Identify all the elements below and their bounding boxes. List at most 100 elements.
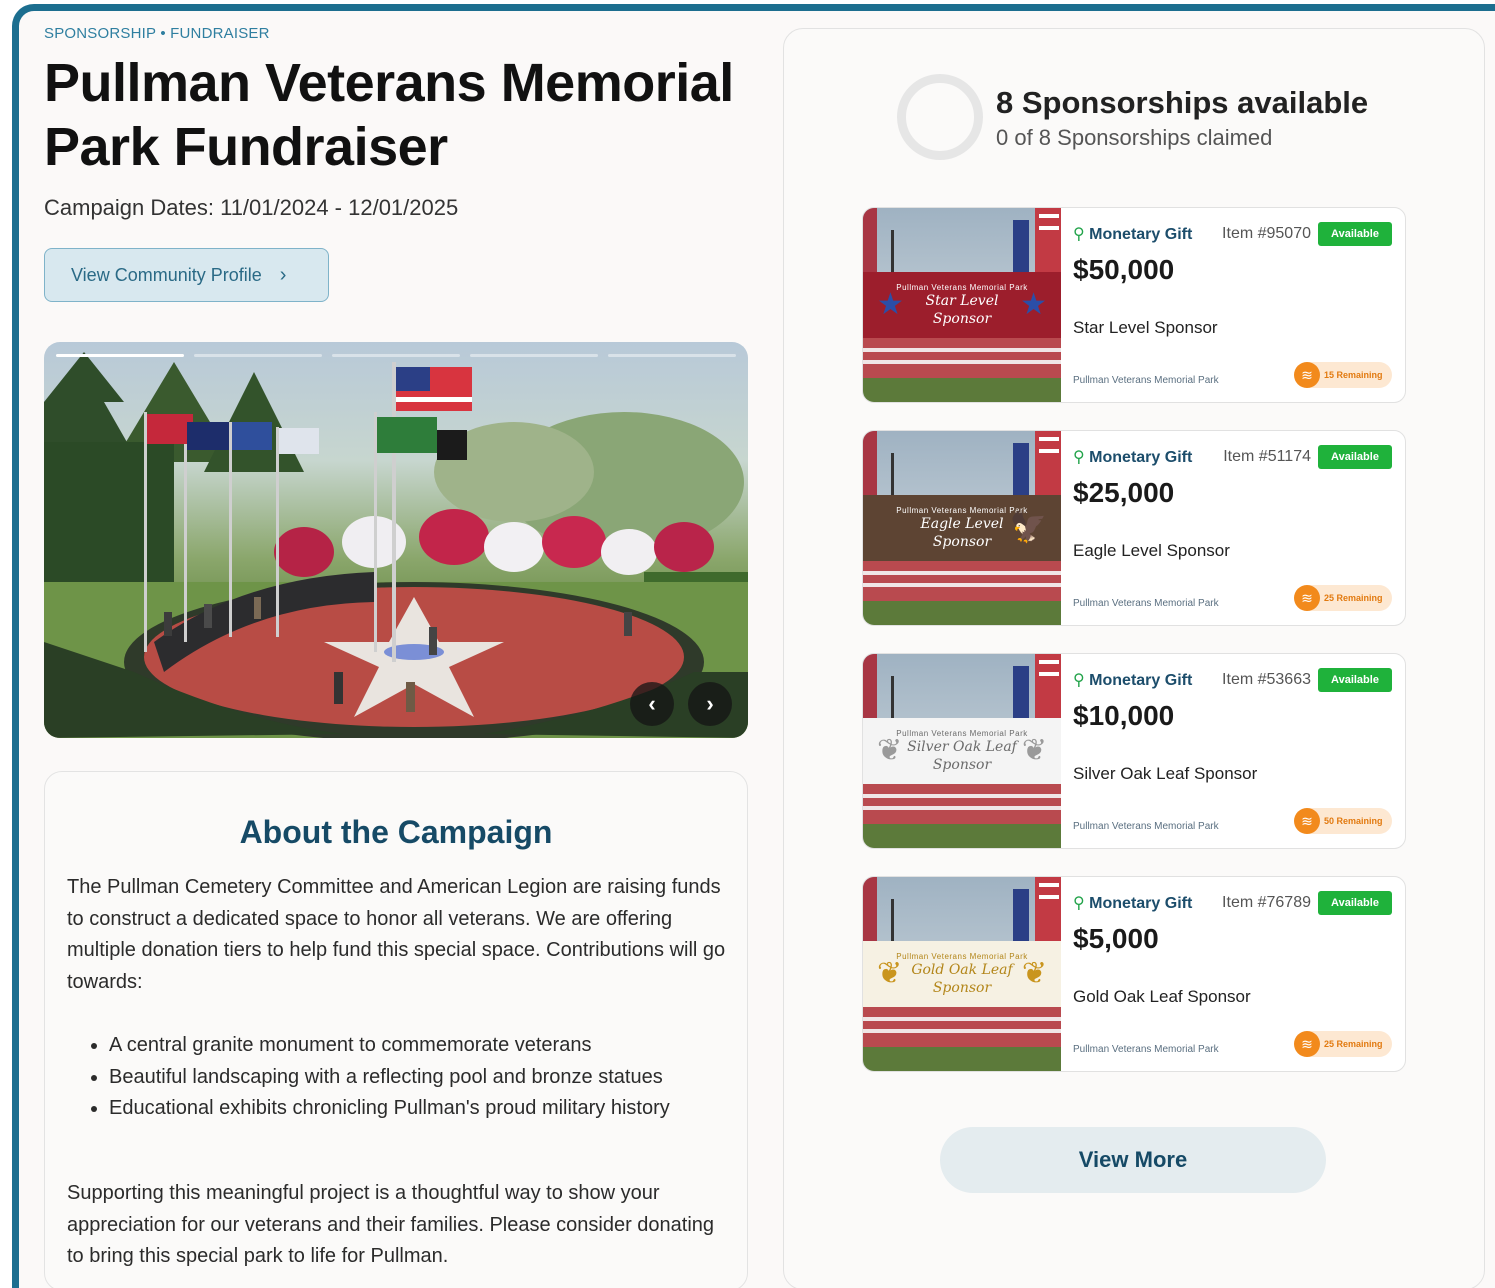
status-badge: Available [1318, 668, 1392, 692]
banner-org-label: Pullman Veterans Memorial Park [896, 282, 1028, 292]
gallery-indicator[interactable] [470, 354, 598, 357]
remaining-count: 15 Remaining [1324, 370, 1383, 380]
contribution-list: A central granite monument to commemorat… [109, 1030, 739, 1125]
remaining-count: 25 Remaining [1324, 1039, 1383, 1049]
emblem-left-icon: ❦ [877, 957, 903, 990]
image-gallery[interactable]: ‹ › [44, 342, 748, 738]
location-pin-icon: ⚲ [1073, 449, 1085, 466]
sponsorships-available-title: 8 Sponsorships available [996, 85, 1369, 120]
remaining-badge: ≋ 25 Remaining [1294, 585, 1392, 611]
chevron-right-icon: › [279, 263, 287, 286]
remaining-badge: ≋ 25 Remaining [1294, 1031, 1392, 1057]
status-badge: Available [1318, 222, 1392, 246]
sponsorships-claimed-count: 0 of 8 Sponsorships claimed [996, 125, 1273, 150]
item-number: Item #51174 [1223, 448, 1311, 465]
gift-type: ⚲ Monetary Gift [1073, 670, 1192, 690]
banner-level-line1: Eagle Level [920, 515, 1004, 532]
emblem-left-icon: ❦ [877, 734, 903, 767]
about-closing: Supporting this meaningful project is a … [67, 1182, 715, 1267]
banner-level-line2: Sponsor [932, 756, 992, 773]
view-more-button[interactable]: View More [940, 1127, 1326, 1193]
gift-type-label: Monetary Gift [1089, 895, 1193, 912]
breadcrumb: SPONSORSHIP • FUNDRAISER [44, 25, 270, 42]
location-pin-icon: ⚲ [1073, 672, 1085, 689]
about-campaign-card: About the Campaign The Pullman Cemetery … [44, 771, 748, 1288]
item-number: Item #95070 [1222, 225, 1311, 242]
sponsor-thumbnail: Pullman Veterans Memorial Park Gold Oak … [863, 877, 1061, 1071]
status-badge: Available [1318, 445, 1392, 469]
sponsor-thumbnail: Pullman Veterans Memorial Park Star Leve… [863, 208, 1061, 402]
emblem-right-icon: 🦅 [1009, 511, 1047, 544]
banner-level-line1: Gold Oak Leaf [911, 961, 1013, 978]
location-pin-icon: ⚲ [1073, 895, 1085, 912]
stack-icon: ≋ [1294, 1031, 1320, 1057]
sponsorship-card[interactable]: Pullman Veterans Memorial Park Gold Oak … [862, 876, 1406, 1072]
banner-level-line2: Sponsor [932, 533, 992, 550]
remaining-count: 25 Remaining [1324, 593, 1383, 603]
sponsor-org: Pullman Veterans Memorial Park [1073, 375, 1219, 386]
location-pin-icon: ⚲ [1073, 226, 1085, 243]
sponsor-amount: $25,000 [1073, 477, 1175, 508]
remaining-count: 50 Remaining [1324, 816, 1383, 826]
sponsor-org: Pullman Veterans Memorial Park [1073, 821, 1219, 832]
gallery-indicator[interactable] [56, 354, 184, 357]
banner-org-label: Pullman Veterans Memorial Park [896, 951, 1028, 961]
gallery-prev-button[interactable]: ‹ [630, 682, 674, 726]
item-number: Item #53663 [1222, 671, 1311, 688]
gallery-indicator[interactable] [332, 354, 460, 357]
sponsor-level-banner: Pullman Veterans Memorial Park Eagle Lev… [863, 495, 1061, 561]
emblem-right-icon: ★ [1020, 288, 1047, 321]
sponsor-name: Gold Oak Leaf Sponsor [1073, 987, 1251, 1006]
sponsor-org: Pullman Veterans Memorial Park [1073, 598, 1219, 609]
gallery-next-button[interactable]: › [688, 682, 732, 726]
view-community-profile-button[interactable]: View Community Profile › [44, 248, 329, 302]
gift-type: ⚲ Monetary Gift [1073, 893, 1192, 913]
list-item: Educational exhibits chronicling Pullman… [109, 1093, 739, 1125]
banner-level-line2: Sponsor [932, 979, 992, 996]
sponsor-thumbnail: Pullman Veterans Memorial Park Eagle Lev… [863, 431, 1061, 625]
sponsor-amount: $10,000 [1073, 700, 1175, 731]
sponsor-name: Silver Oak Leaf Sponsor [1073, 764, 1258, 783]
banner-org-label: Pullman Veterans Memorial Park [896, 505, 1028, 515]
page-frame: SPONSORSHIP • FUNDRAISER Pullman Veteran… [12, 4, 1495, 1288]
sponsorship-card[interactable]: Pullman Veterans Memorial Park Star Leve… [862, 207, 1406, 403]
banner-level-line1: Silver Oak Leaf [907, 738, 1017, 755]
memorial-park-rendering [44, 352, 748, 738]
sponsor-level-banner: Pullman Veterans Memorial Park Star Leve… [863, 272, 1061, 338]
gallery-indicator[interactable] [194, 354, 322, 357]
banner-level-line2: Sponsor [932, 310, 992, 327]
gift-type-label: Monetary Gift [1089, 226, 1193, 243]
gift-type: ⚲ Monetary Gift [1073, 447, 1192, 467]
profile-button-label: View Community Profile [71, 264, 262, 285]
item-number: Item #76789 [1222, 894, 1311, 911]
page-title: Pullman Veterans Memorial Park Fundraise… [44, 53, 734, 177]
sponsor-name: Eagle Level Sponsor [1073, 541, 1230, 560]
list-item: Beautiful landscaping with a reflecting … [109, 1062, 739, 1094]
gallery-progress [56, 354, 736, 357]
gallery-indicator[interactable] [608, 354, 736, 357]
list-item: A central granite monument to commemorat… [109, 1030, 739, 1062]
status-badge: Available [1318, 891, 1392, 915]
banner-level-line1: Star Level [925, 292, 999, 309]
sponsor-amount: $50,000 [1073, 254, 1175, 285]
about-heading: About the Campaign [239, 814, 553, 850]
stack-icon: ≋ [1294, 362, 1320, 388]
chevron-right-icon: › [706, 691, 714, 716]
sponsorships-panel: 8 Sponsorships available 0 of 8 Sponsors… [783, 28, 1485, 1288]
sponsor-name: Star Level Sponsor [1073, 318, 1218, 337]
sponsorship-card[interactable]: Pullman Veterans Memorial Park Eagle Lev… [862, 430, 1406, 626]
gift-type-label: Monetary Gift [1089, 672, 1193, 689]
sponsorship-card[interactable]: Pullman Veterans Memorial Park Silver Oa… [862, 653, 1406, 849]
gift-type-label: Monetary Gift [1089, 449, 1193, 466]
emblem-left-icon: ★ [877, 288, 904, 321]
claimed-progress-ring [897, 74, 983, 160]
sponsor-org: Pullman Veterans Memorial Park [1073, 1044, 1219, 1055]
sponsor-thumbnail: Pullman Veterans Memorial Park Silver Oa… [863, 654, 1061, 848]
emblem-right-icon: ❦ [1021, 734, 1047, 767]
remaining-badge: ≋ 50 Remaining [1294, 808, 1392, 834]
remaining-badge: ≋ 15 Remaining [1294, 362, 1392, 388]
about-intro: The Pullman Cemetery Committee and Ameri… [67, 876, 726, 993]
chevron-left-icon: ‹ [648, 691, 656, 716]
banner-org-label: Pullman Veterans Memorial Park [896, 728, 1028, 738]
campaign-dates: Campaign Dates: 11/01/2024 - 12/01/2025 [44, 195, 459, 220]
